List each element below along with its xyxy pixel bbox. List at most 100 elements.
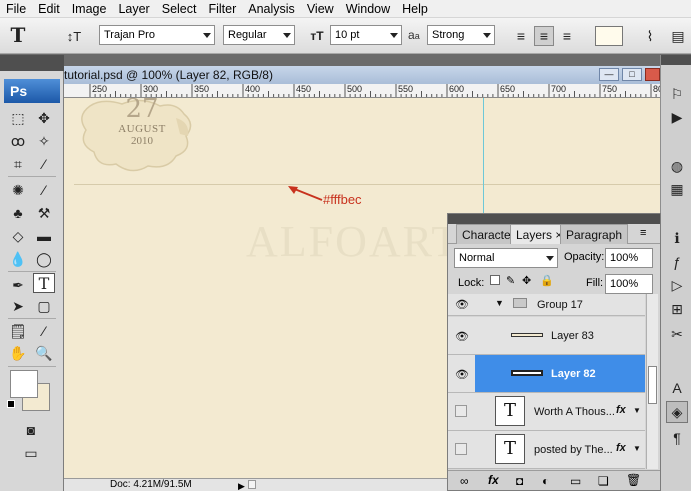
path-selection-icon[interactable]: ➤ — [7, 296, 29, 316]
dodge-tool-icon[interactable]: ◯ — [33, 249, 55, 269]
tools-panel-header[interactable] — [0, 55, 64, 71]
eraser-tool-icon[interactable]: ◇ — [7, 226, 29, 246]
layers-panel-header[interactable] — [448, 214, 660, 224]
animation-panel-icon[interactable]: ▷ — [666, 274, 688, 296]
layer-row[interactable]: Layer 83 — [475, 317, 645, 355]
visibility-toggle[interactable] — [448, 431, 475, 469]
adjustment-layer-icon[interactable]: ◐ — [542, 474, 549, 488]
foreground-color-swatch[interactable] — [10, 370, 38, 398]
pen-tool-icon[interactable]: ✒ — [7, 275, 29, 295]
blend-mode-select[interactable]: Normal — [454, 248, 558, 268]
menu-image[interactable]: Image — [66, 0, 113, 18]
layer-row-group[interactable]: ▼ Group 17 — [475, 294, 645, 316]
hand-tool-icon[interactable]: ✋ — [7, 343, 29, 363]
marquee-tool-icon[interactable]: ⬚ — [7, 108, 29, 128]
visibility-toggle[interactable] — [448, 393, 475, 431]
lasso-tool-icon[interactable]: ꝏ — [7, 131, 29, 151]
menu-edit[interactable]: Edit — [32, 0, 66, 18]
fill-input[interactable]: 100% — [605, 274, 653, 294]
link-layers-icon[interactable]: ∞ — [460, 474, 469, 488]
status-menu-arrow-icon[interactable]: ▶ — [238, 480, 245, 491]
align-right-icon[interactable]: ≡ — [557, 26, 577, 46]
shape-tool-icon[interactable]: ▢ — [33, 296, 55, 316]
delete-layer-icon[interactable]: 🗑 — [626, 473, 641, 487]
text-color-swatch[interactable] — [595, 26, 623, 46]
text-orientation-icon[interactable]: ↕T — [64, 26, 84, 46]
tool-presets-icon[interactable]: ✂ — [666, 323, 688, 345]
new-layer-icon[interactable]: ❏ — [598, 474, 609, 488]
menu-view[interactable]: View — [301, 0, 340, 18]
fx-icon[interactable]: fx — [616, 404, 626, 416]
history-brush-icon[interactable]: ⚒ — [33, 203, 55, 223]
layers-panel-button-icon[interactable]: ◈ — [666, 401, 688, 423]
close-button[interactable] — [645, 68, 660, 81]
menu-filter[interactable]: Filter — [202, 0, 242, 18]
layer-row[interactable]: T posted by The... fx ▼ — [475, 431, 645, 469]
visibility-toggle[interactable]: 👁 — [448, 355, 475, 393]
fx-icon[interactable]: fx — [616, 442, 626, 454]
stamp-tool-icon[interactable]: ♣ — [7, 203, 29, 223]
expand-arrow-icon[interactable]: ▼ — [633, 406, 641, 415]
expand-arrow-icon[interactable]: ▼ — [495, 298, 504, 308]
magic-wand-icon[interactable]: ✧ — [33, 131, 55, 151]
brush-tool-icon[interactable]: ⁄ — [33, 180, 55, 200]
info-panel-icon[interactable]: ℹ — [666, 227, 688, 249]
menu-analysis[interactable]: Analysis — [242, 0, 301, 18]
navigator-panel-icon[interactable]: ⊞ — [666, 298, 688, 320]
font-family-select[interactable]: Trajan Pro — [99, 25, 215, 45]
scroll-left-icon[interactable] — [248, 480, 256, 489]
move-tool-icon[interactable]: ✥ — [33, 108, 55, 128]
visibility-toggle[interactable]: 👁 — [448, 317, 475, 355]
add-style-icon[interactable]: fx — [488, 473, 499, 487]
visibility-toggle[interactable]: 👁 — [448, 294, 475, 316]
default-colors-icon[interactable] — [7, 400, 15, 408]
character-panel-button-icon[interactable]: A — [666, 377, 688, 399]
minimize-button[interactable]: — — [599, 68, 619, 81]
menu-select[interactable]: Select — [156, 0, 203, 18]
zoom-tool-icon[interactable]: 🔍 — [33, 343, 55, 363]
quick-mask-icon[interactable]: ◙ — [20, 420, 42, 440]
layers-scrollbar[interactable] — [646, 294, 658, 469]
lock-all-icon[interactable]: 🔒 — [540, 274, 554, 287]
font-size-select[interactable]: 10 pt — [330, 25, 402, 45]
healing-brush-icon[interactable]: ✺ — [7, 180, 29, 200]
warp-text-icon[interactable]: ⌇ — [640, 26, 660, 46]
scrollbar-thumb[interactable] — [648, 366, 657, 404]
align-left-icon[interactable]: ≡ — [511, 26, 531, 46]
type-tool-preset-icon[interactable]: T — [8, 23, 28, 47]
notes-tool-icon[interactable]: 🗒 — [7, 321, 29, 341]
opacity-input[interactable]: 100% — [605, 248, 653, 268]
screen-mode-icon[interactable]: ▭ — [20, 443, 42, 463]
add-mask-icon[interactable]: ◘ — [516, 474, 523, 488]
menu-window[interactable]: Window — [340, 0, 396, 18]
align-center-icon[interactable]: ≡ — [534, 26, 554, 46]
menu-layer[interactable]: Layer — [112, 0, 155, 18]
dock-header[interactable] — [661, 55, 691, 65]
expand-arrow-icon[interactable]: ▼ — [633, 444, 641, 453]
new-group-icon[interactable]: ▭ — [570, 474, 581, 488]
eyedropper-icon[interactable]: ⁄ — [33, 154, 55, 174]
paragraph-panel-button-icon[interactable]: ¶ — [666, 427, 688, 449]
blur-tool-icon[interactable]: 💧 — [7, 249, 29, 269]
swatches-panel-icon[interactable]: ▦ — [666, 178, 688, 200]
tab-paragraph[interactable]: Paragraph — [560, 224, 629, 244]
lock-transparent-icon[interactable] — [490, 275, 500, 285]
type-tool-icon[interactable]: T — [33, 273, 55, 293]
color-sampler-icon[interactable]: ⁄ — [33, 321, 55, 341]
font-style-select[interactable]: Regular — [223, 25, 295, 45]
gradient-tool-icon[interactable]: ▬ — [33, 226, 55, 246]
antialias-select[interactable]: Strong — [427, 25, 495, 45]
menu-file[interactable]: File — [0, 0, 32, 18]
history-panel-icon[interactable]: ⚐ — [666, 83, 688, 105]
actions-panel-icon[interactable]: ▶ — [666, 106, 688, 128]
crop-tool-icon[interactable]: ⌗ — [7, 154, 29, 174]
panel-menu-icon[interactable]: ≡ — [640, 227, 646, 239]
character-panel-icon[interactable]: ▤ — [668, 26, 688, 46]
layer-row[interactable]: T Worth A Thous... fx ▼ — [475, 393, 645, 431]
maximize-button[interactable]: □ — [622, 68, 642, 81]
menu-help[interactable]: Help — [396, 0, 434, 18]
color-panel-icon[interactable]: ◍ — [666, 155, 688, 177]
styles-panel-icon[interactable]: ƒ — [666, 251, 688, 273]
lock-pixels-icon[interactable]: ✎ — [506, 274, 515, 287]
layer-row-selected[interactable]: Layer 82 — [475, 355, 645, 393]
